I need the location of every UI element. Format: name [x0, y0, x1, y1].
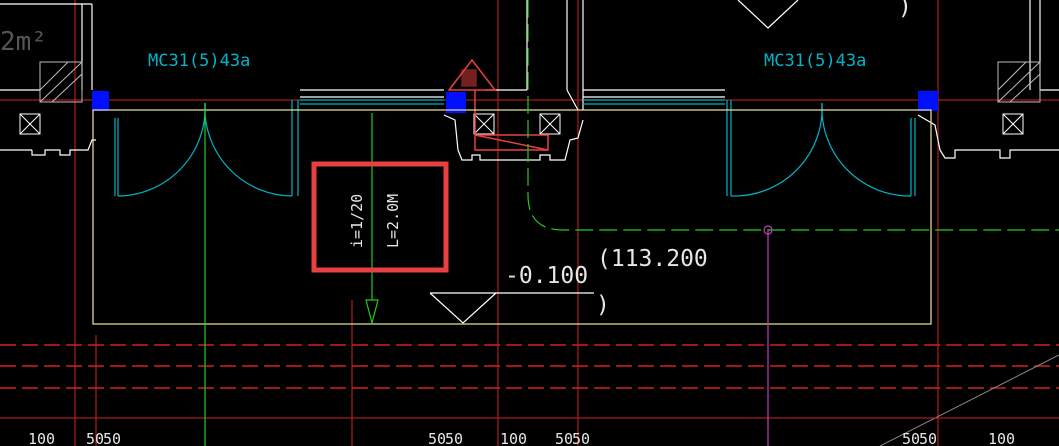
dim-label: 50 — [555, 430, 573, 446]
dim-label: 50 — [103, 430, 121, 446]
door-swings — [114, 99, 916, 197]
door-tag-right[interactable]: MC31(5)43a — [764, 51, 866, 71]
dim-label: 50 — [428, 430, 446, 446]
level-triangle-icon — [429, 292, 594, 324]
dim-label: 50 — [445, 430, 463, 446]
dim-label: 50 — [919, 430, 937, 446]
slope-arrow-icon — [365, 299, 379, 326]
top-bracket: ) — [898, 0, 912, 20]
selection-highlight-box[interactable] — [311, 161, 449, 273]
dim-label: 100 — [28, 430, 55, 446]
dim-label: 50 — [572, 430, 590, 446]
building-walls — [0, 0, 1059, 161]
dim-label: 100 — [988, 430, 1015, 446]
drain-line — [763, 225, 773, 446]
road-dashed-lines — [0, 344, 1059, 389]
dim-label: 50 — [902, 430, 920, 446]
cad-drawing-canvas[interactable]: 2m² MC31(5)43a MC31(5)43a i=1/20 L=2.0M … — [0, 0, 1059, 446]
column-cross-icon — [19, 113, 1024, 135]
dimension-labels: 100 50 50 50 50 100 50 50 50 50 100 — [28, 430, 1015, 446]
dim-label: 50 — [86, 430, 104, 446]
absolute-level-label: (113.200 — [597, 246, 708, 272]
door-tag-left[interactable]: MC31(5)43a — [148, 51, 250, 71]
level-bracket-close: ) — [596, 292, 610, 318]
dim-label: 100 — [500, 430, 527, 446]
slope-length-label: L=2.0M — [384, 194, 402, 248]
floor-level-label: -0.100 — [505, 263, 588, 289]
room-area-label: 2m² — [0, 27, 47, 57]
slope-ratio-label: i=1/20 — [348, 194, 366, 248]
